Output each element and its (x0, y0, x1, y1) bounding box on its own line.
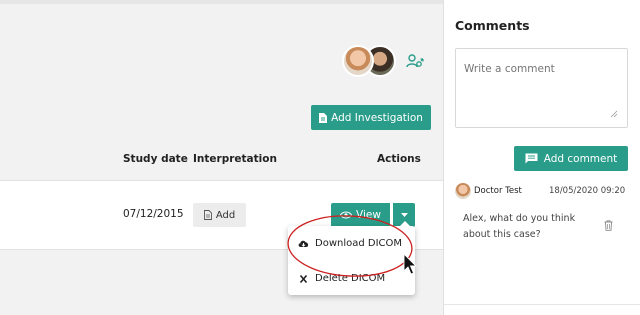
comments-title: Comments (455, 18, 530, 33)
column-header-interpretation[interactable]: Interpretation (193, 153, 277, 165)
column-header-study-date[interactable]: Study date (123, 153, 188, 165)
participants-avatars (342, 45, 402, 77)
download-dicom-menu-item[interactable]: Download DICOM (298, 238, 402, 249)
delete-dicom-label: Delete DICOM (315, 273, 386, 284)
column-header-actions: Actions (377, 153, 421, 165)
divider (444, 304, 640, 305)
actions-dropdown-menu: Download DICOM Delete DICOM (288, 221, 415, 295)
comments-panel: Comments Add comment Doctor Test 18/05/2… (443, 0, 640, 315)
share-users-icon[interactable] (405, 52, 425, 72)
add-interpretation-label: Add (215, 209, 236, 221)
main-panel: Add Investigation Study date Interpretat… (0, 0, 443, 315)
download-dicom-label: Download DICOM (315, 238, 403, 249)
comment-text: Alex, what do you think about this case? (463, 213, 576, 240)
comment-author: Doctor Test (474, 186, 522, 196)
avatar (455, 183, 471, 199)
resize-grip-icon[interactable] (610, 110, 618, 118)
view-button[interactable]: View (331, 203, 390, 227)
trash-icon[interactable] (604, 220, 613, 231)
comment-icon (525, 153, 538, 164)
add-investigation-label: Add Investigation (331, 111, 423, 124)
avatar[interactable] (342, 45, 374, 77)
close-icon (299, 274, 308, 283)
caret-down-icon (400, 213, 408, 217)
add-comment-label: Add comment (543, 152, 618, 165)
eye-icon (340, 211, 353, 219)
document-icon (319, 112, 328, 123)
study-date-cell: 07/12/2015 (123, 208, 184, 220)
comment-date: 18/05/2020 09:20 (549, 186, 626, 196)
dropdown-arrow (400, 221, 410, 226)
delete-dicom-menu-item[interactable]: Delete DICOM (298, 273, 385, 284)
add-interpretation-button[interactable]: Add (193, 203, 246, 227)
top-divider (0, 0, 443, 4)
cloud-download-icon (298, 240, 309, 247)
add-comment-button[interactable]: Add comment (514, 146, 628, 171)
document-icon (203, 210, 212, 220)
add-investigation-button[interactable]: Add Investigation (311, 105, 431, 130)
comment-input[interactable] (455, 48, 628, 128)
view-label: View (356, 209, 381, 221)
